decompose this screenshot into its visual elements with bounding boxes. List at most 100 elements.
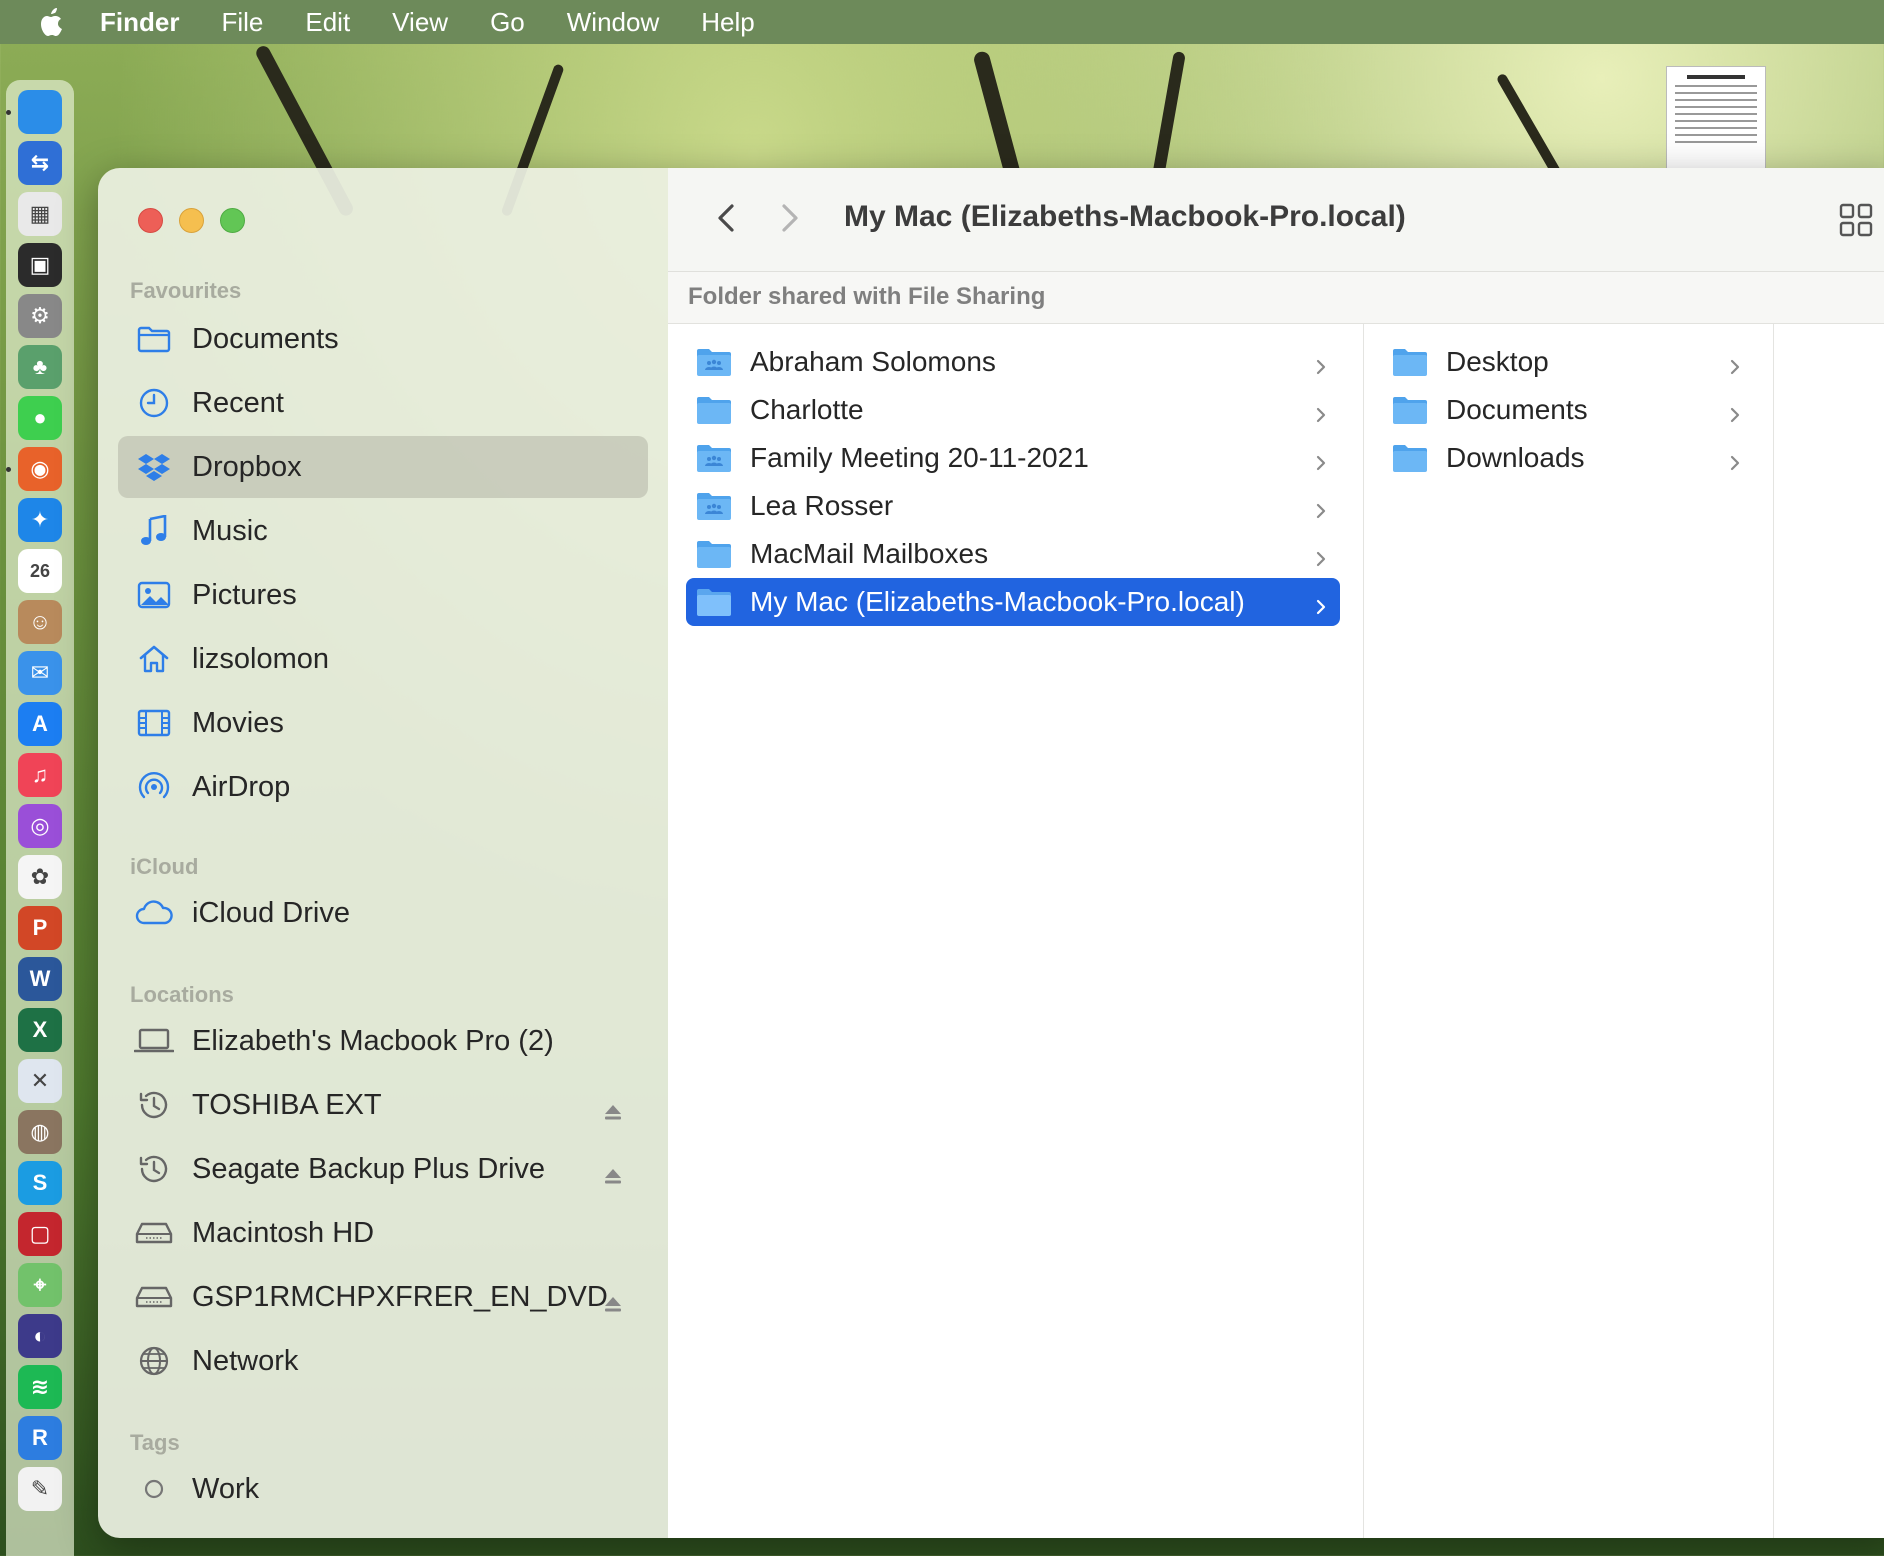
minimize-button[interactable] bbox=[179, 208, 204, 233]
sidebar-item-network[interactable]: Network bbox=[118, 1330, 648, 1392]
list-item-label: Documents bbox=[1446, 394, 1588, 425]
dock-word-icon[interactable]: W bbox=[18, 957, 62, 1001]
laptop-icon bbox=[134, 1021, 174, 1061]
chevron-right-icon bbox=[1314, 544, 1328, 567]
dock-launchpad-icon[interactable]: ▦ bbox=[18, 192, 62, 236]
dock-mission-control-icon[interactable]: ▣ bbox=[18, 243, 62, 287]
tag-circle-icon bbox=[134, 1469, 174, 1509]
dock-textedit-icon[interactable]: ✎ bbox=[18, 1467, 62, 1511]
dock-firefox-icon[interactable]: ◉ bbox=[6, 447, 62, 491]
sidebar-item-music[interactable]: Music bbox=[118, 500, 648, 562]
list-item-label: Desktop bbox=[1446, 346, 1549, 377]
desktop-file-thumbnail[interactable] bbox=[1666, 66, 1766, 170]
dock-contacts-icon[interactable]: ☺ bbox=[18, 600, 62, 644]
list-item[interactable]: Documents bbox=[1382, 386, 1754, 434]
back-button[interactable] bbox=[706, 198, 746, 238]
folder-icon bbox=[134, 319, 174, 359]
sidebar-item-dropbox[interactable]: Dropbox bbox=[118, 436, 648, 498]
apple-logo-icon[interactable] bbox=[38, 7, 66, 37]
sidebar-item-label: Recent bbox=[192, 386, 284, 419]
eject-icon[interactable] bbox=[604, 1096, 622, 1120]
sidebar-item-icloud-drive[interactable]: iCloud Drive bbox=[118, 882, 648, 944]
dock-powerpoint-icon[interactable]: P bbox=[18, 906, 62, 950]
dock-system-preferences-icon[interactable]: ⚙ bbox=[18, 294, 62, 338]
time-machine-icon bbox=[134, 1149, 174, 1189]
menu-file[interactable]: File bbox=[221, 7, 263, 38]
column-3 bbox=[1774, 324, 1884, 1538]
dock-x-app-icon[interactable]: ✕ bbox=[18, 1059, 62, 1103]
list-item-label: MacMail Mailboxes bbox=[750, 538, 989, 569]
menu-view[interactable]: View bbox=[392, 7, 448, 38]
dock-maps-icon[interactable]: ⌖ bbox=[18, 1263, 62, 1307]
sidebar-item-elizabeth-s-macbook-pro-2[interactable]: Elizabeth's Macbook Pro (2) bbox=[118, 1010, 648, 1072]
sidebar-item-recent[interactable]: Recent bbox=[118, 372, 648, 434]
close-button[interactable] bbox=[138, 208, 163, 233]
menu-go[interactable]: Go bbox=[490, 7, 525, 38]
dock-finder-icon[interactable] bbox=[6, 90, 62, 134]
dock-disk-utility-icon[interactable]: ◍ bbox=[18, 1110, 62, 1154]
sidebar-item-work[interactable]: Work bbox=[118, 1458, 648, 1520]
dock-spotify-icon[interactable]: ≋ bbox=[18, 1365, 62, 1409]
window-controls bbox=[138, 208, 245, 233]
dock-family-tree-icon[interactable]: ♣ bbox=[18, 345, 62, 389]
menu-window[interactable]: Window bbox=[567, 7, 659, 38]
dock-photo-booth-icon[interactable]: ▢ bbox=[18, 1212, 62, 1256]
list-item[interactable]: Desktop bbox=[1382, 338, 1754, 386]
menu-help[interactable]: Help bbox=[701, 7, 754, 38]
menu-edit[interactable]: Edit bbox=[305, 7, 350, 38]
list-item[interactable]: MacMail Mailboxes bbox=[686, 530, 1340, 578]
folder-icon bbox=[1392, 443, 1428, 473]
sidebar-item-movies[interactable]: Movies bbox=[118, 692, 648, 754]
music-note-icon bbox=[134, 511, 174, 551]
dock-mail-icon[interactable]: ✉ bbox=[18, 651, 62, 695]
list-item[interactable]: Charlotte bbox=[686, 386, 1340, 434]
eject-icon[interactable] bbox=[604, 1288, 622, 1312]
list-item[interactable]: Lea Rosser bbox=[686, 482, 1340, 530]
sidebar-item-label: AirDrop bbox=[192, 770, 291, 803]
sidebar-item-airdrop[interactable]: AirDrop bbox=[118, 756, 648, 818]
dock-migration-icon[interactable]: ⇆ bbox=[18, 141, 62, 185]
icon-view-button[interactable] bbox=[1838, 202, 1874, 238]
sidebar-item-label: TOSHIBA EXT bbox=[192, 1088, 382, 1121]
list-item[interactable]: My Mac (Elizabeths-Macbook-Pro.local) bbox=[686, 578, 1340, 626]
dock-skype-icon[interactable]: S bbox=[18, 1161, 62, 1205]
sidebar-item-lizsolomon[interactable]: lizsolomon bbox=[118, 628, 648, 690]
dock-app-store-icon[interactable]: A bbox=[18, 702, 62, 746]
folder-icon bbox=[696, 395, 732, 425]
chevron-right-icon bbox=[1314, 496, 1328, 519]
sidebar-item-documents[interactable]: Documents bbox=[118, 308, 648, 370]
eject-icon[interactable] bbox=[604, 1160, 622, 1184]
sidebar-item-label: Documents bbox=[192, 322, 339, 355]
sidebar-item-toshiba-ext[interactable]: TOSHIBA EXT bbox=[118, 1074, 648, 1136]
zoom-button[interactable] bbox=[220, 208, 245, 233]
menu-app-finder[interactable]: Finder bbox=[100, 7, 179, 38]
dock-calendar-icon[interactable]: 26 bbox=[18, 549, 62, 593]
chevron-right-icon bbox=[1728, 400, 1742, 423]
finder-window: Favourites Documents Recent Dropbox Music Pic… bbox=[98, 168, 1884, 1538]
list-item[interactable]: Family Meeting 20-11-2021 bbox=[686, 434, 1340, 482]
window-title: My Mac (Elizabeths-Macbook-Pro.local) bbox=[844, 200, 1406, 233]
cloud-icon bbox=[134, 893, 174, 933]
sidebar-item-pictures[interactable]: Pictures bbox=[118, 564, 648, 626]
sidebar-item-label: Work bbox=[192, 1472, 260, 1505]
sidebar-item-gsp1rmchpxfrer-en-dvd[interactable]: GSP1RMCHPXFRER_EN_DVD bbox=[118, 1266, 648, 1328]
sidebar-item-seagate-backup-plus-drive[interactable]: Seagate Backup Plus Drive bbox=[118, 1138, 648, 1200]
dock-messages-icon[interactable]: ● bbox=[18, 396, 62, 440]
sidebar-item-label: Elizabeth's Macbook Pro (2) bbox=[192, 1024, 554, 1057]
forward-button[interactable] bbox=[770, 198, 810, 238]
dock-music-icon[interactable]: ♫ bbox=[18, 753, 62, 797]
list-item[interactable]: Abraham Solomons bbox=[686, 338, 1340, 386]
sidebar-item-macintosh-hd[interactable]: Macintosh HD bbox=[118, 1202, 648, 1264]
airdrop-icon bbox=[134, 767, 174, 807]
dock-siri-icon[interactable]: ◐ bbox=[18, 1314, 62, 1358]
dock-podcasts-icon[interactable]: ◎ bbox=[18, 804, 62, 848]
list-item-label: My Mac (Elizabeths-Macbook-Pro.local) bbox=[750, 586, 1245, 617]
main-content: My Mac (Elizabeths-Macbook-Pro.local) Fo… bbox=[668, 168, 1884, 1538]
dock-r-app-icon[interactable]: R bbox=[18, 1416, 62, 1460]
dock-safari-icon[interactable]: ✦ bbox=[18, 498, 62, 542]
list-item-label: Family Meeting 20-11-2021 bbox=[750, 442, 1089, 473]
list-item[interactable]: Downloads bbox=[1382, 434, 1754, 482]
chevron-left-icon bbox=[718, 204, 734, 232]
dock-excel-icon[interactable]: X bbox=[18, 1008, 62, 1052]
dock-photos-icon[interactable]: ✿ bbox=[18, 855, 62, 899]
